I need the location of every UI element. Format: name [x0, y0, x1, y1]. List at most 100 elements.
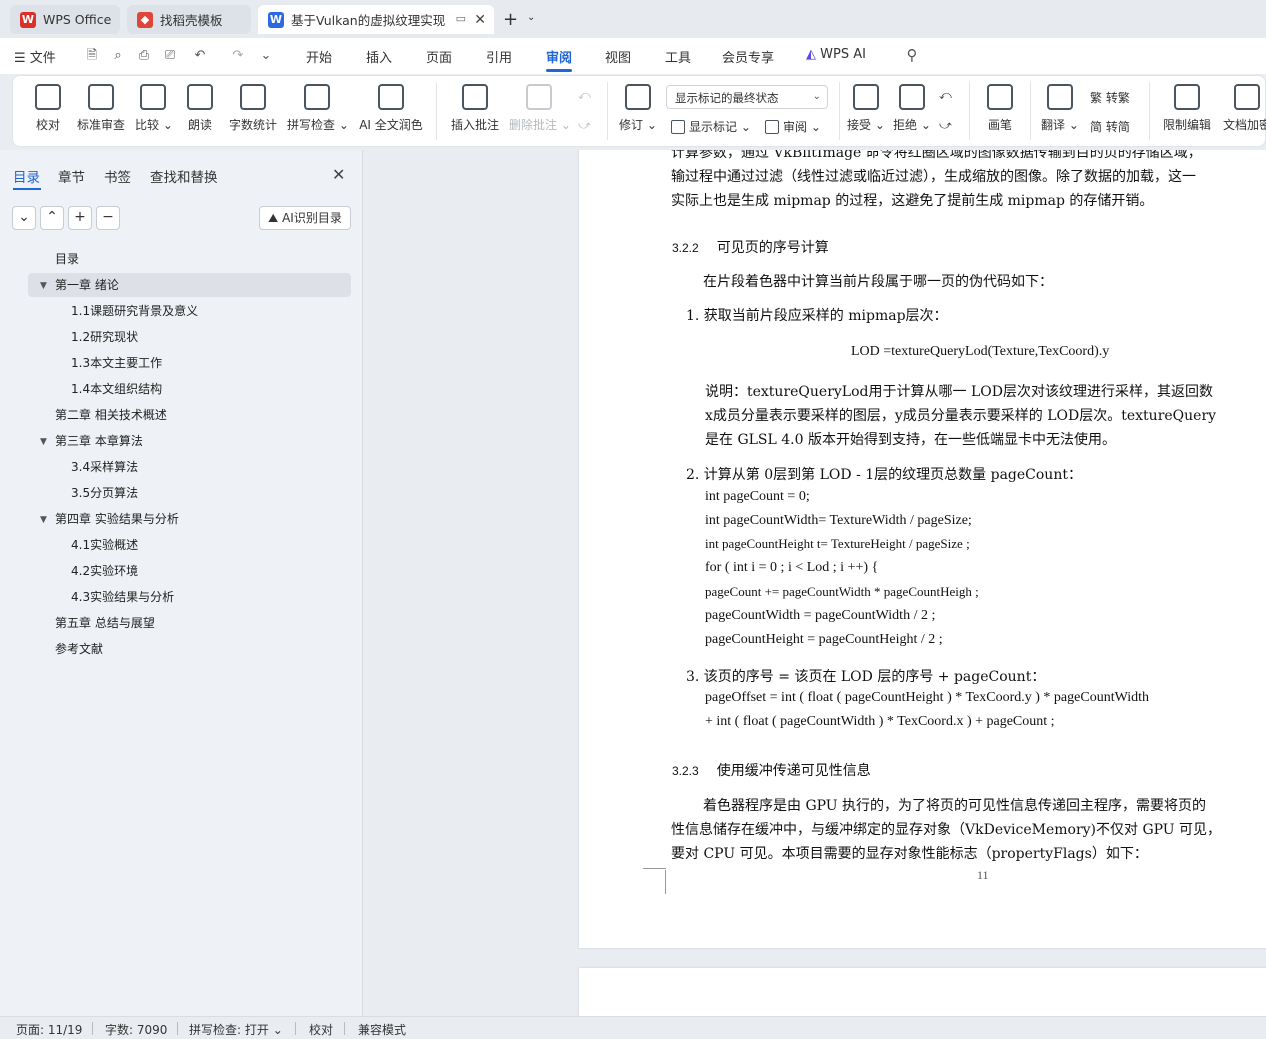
- section-title: 使用缓冲传递可见性信息: [716, 762, 871, 778]
- save-icon[interactable]: 🗎: [84, 48, 100, 64]
- read-aloud-button[interactable]: 朗读: [185, 84, 215, 133]
- toc-item[interactable]: 参考文献: [55, 637, 103, 661]
- paragraph-line: 着色器程序是由 GPU 执行的，为了将页的可见性信息传递回主程序，需要将页的: [703, 798, 1207, 814]
- prev-comment-icon[interactable]: ⤺: [578, 88, 591, 103]
- status-separator: [92, 1022, 93, 1035]
- formula: LOD =textureQueryLod(Texture,TexCoord).y: [851, 344, 1110, 359]
- nav-tab-toc[interactable]: 目录: [13, 166, 40, 186]
- word-count-button[interactable]: 字数统计: [227, 84, 279, 133]
- next-change-icon[interactable]: ⤻: [939, 118, 952, 133]
- status-separator: [177, 1022, 178, 1035]
- page-indicator[interactable]: 页面: 11/19: [16, 1021, 82, 1038]
- ai-polish-button[interactable]: AI 全文润色: [357, 84, 425, 133]
- add-heading-icon[interactable]: +: [68, 206, 92, 230]
- delete-comment-button[interactable]: 删除批注 ⌄: [509, 84, 571, 133]
- next-comment-icon[interactable]: ⤻: [578, 118, 591, 133]
- revise-label: 修订 ⌄: [619, 118, 657, 132]
- standard-review-button[interactable]: 标准审查: [75, 84, 127, 133]
- tab-wps-office[interactable]: W WPS Office: [10, 5, 120, 34]
- writer-logo-icon: W: [268, 11, 284, 28]
- expand-arrow-icon[interactable]: ▼: [40, 515, 47, 525]
- proofread-status[interactable]: 校对: [309, 1021, 333, 1038]
- to-traditional-button[interactable]: 繁 转繁: [1090, 89, 1130, 106]
- toc-item[interactable]: 第五章 总结与展望: [55, 611, 155, 635]
- display-mode-select[interactable]: 显示标记的最终状态 ⌄: [666, 85, 828, 109]
- new-tab-icon[interactable]: +: [503, 9, 518, 30]
- menu-start[interactable]: 开始: [306, 47, 332, 66]
- toc-item[interactable]: 1.3本文主要工作: [71, 351, 162, 375]
- word-count-status[interactable]: 字数: 7090: [105, 1021, 167, 1038]
- tab-document[interactable]: W 基于Vulkan的虚拟纹理实现 ▭ ✕: [258, 5, 494, 34]
- more-chevron-icon[interactable]: ⌄: [258, 48, 274, 64]
- code-line: pageOffset = int ( float ( pageCountHeig…: [705, 690, 1150, 705]
- tab-docer[interactable]: ◆ 找稻壳模板: [127, 5, 251, 34]
- doc-encrypt-button[interactable]: 文档加密: [1221, 84, 1266, 133]
- expand-arrow-icon[interactable]: ▼: [40, 281, 47, 291]
- menu-file-label: 文件: [29, 51, 56, 66]
- chevron-down-icon[interactable]: ⌄: [527, 12, 535, 23]
- insert-comment-button[interactable]: 插入批注: [449, 84, 501, 133]
- pen-button[interactable]: 画笔: [985, 84, 1015, 133]
- restrict-edit-button[interactable]: 限制编辑: [1161, 84, 1213, 133]
- toc-item[interactable]: 3.5分页算法: [71, 481, 138, 505]
- menu-review[interactable]: 审阅: [546, 47, 572, 66]
- export-icon[interactable]: ⌕: [110, 48, 126, 64]
- print-preview-icon[interactable]: ⎚: [162, 48, 178, 64]
- nav-tab-sections[interactable]: 章节: [58, 166, 85, 186]
- toc-item[interactable]: 4.2实验环境: [71, 559, 138, 583]
- undo-icon[interactable]: ↶: [192, 48, 208, 64]
- reject-button[interactable]: 拒绝 ⌄: [893, 84, 931, 133]
- compare-button[interactable]: 比较 ⌄: [135, 84, 173, 133]
- menu-view[interactable]: 视图: [605, 47, 631, 66]
- toc-item[interactable]: 第四章 实验结果与分析: [55, 507, 179, 531]
- menu-page[interactable]: 页面: [426, 47, 452, 66]
- toc-item[interactable]: 4.1实验概述: [71, 533, 138, 557]
- prev-change-icon[interactable]: ⤺: [939, 88, 952, 103]
- menu-wps-ai[interactable]: ◭ WPS AI: [806, 47, 866, 62]
- accept-button[interactable]: 接受 ⌄: [847, 84, 885, 133]
- expand-up-icon[interactable]: ⌃: [40, 206, 64, 230]
- remove-heading-icon[interactable]: −: [96, 206, 120, 230]
- document-page[interactable]: 计算参数，通过 VkBlitImage 命令将红圈区域的图像数据传输到目的页的存…: [579, 150, 1266, 948]
- to-simplified-button[interactable]: 简 转简: [1090, 118, 1130, 135]
- search-icon[interactable]: ⚲: [904, 47, 920, 63]
- toc-item[interactable]: 第三章 本章算法: [55, 429, 143, 453]
- toc-item[interactable]: 1.4本文组织结构: [71, 377, 162, 401]
- show-markup-button[interactable]: 显示标记 ⌄: [671, 118, 751, 135]
- print-icon[interactable]: ⎙: [136, 48, 152, 64]
- toc-item[interactable]: 1.2研究现状: [71, 325, 138, 349]
- menu-file[interactable]: ☰ 文件: [14, 47, 56, 66]
- menu-reference[interactable]: 引用: [486, 47, 512, 66]
- nav-tab-find-replace[interactable]: 查找和替换: [150, 166, 218, 186]
- ai-toc-button[interactable]: ⛰ AI识别目录: [259, 206, 351, 230]
- status-separator: [295, 1022, 296, 1035]
- review-pane-button[interactable]: 审阅 ⌄: [765, 118, 821, 135]
- expand-arrow-icon[interactable]: ▼: [40, 437, 47, 447]
- spell-check-status[interactable]: 拼写检查: 打开 ⌄: [189, 1021, 283, 1038]
- redo-icon[interactable]: ↷: [230, 48, 246, 64]
- close-icon[interactable]: ✕: [474, 12, 486, 28]
- toc-item[interactable]: 第二章 相关技术概述: [55, 403, 167, 427]
- toc-item[interactable]: 目录: [55, 247, 79, 271]
- spell-check-button[interactable]: 拼写检查 ⌄: [287, 84, 349, 133]
- menu-tools[interactable]: 工具: [665, 47, 691, 66]
- standard-review-icon: [88, 84, 114, 110]
- toc-item[interactable]: 1.1课题研究背景及意义: [71, 299, 198, 323]
- proofread-button[interactable]: 校对: [33, 84, 63, 133]
- ai-polish-icon: [378, 84, 404, 110]
- review-pane-icon: [765, 120, 779, 134]
- menu-insert[interactable]: 插入: [366, 47, 392, 66]
- next-page[interactable]: [579, 968, 1266, 1016]
- document-area[interactable]: 计算参数，通过 VkBlitImage 命令将红圈区域的图像数据传输到目的页的存…: [364, 150, 1266, 1016]
- toc-item[interactable]: 3.4采样算法: [71, 455, 138, 479]
- revise-button[interactable]: 修订 ⌄: [619, 84, 657, 133]
- menu-member[interactable]: 会员专享: [722, 47, 774, 66]
- insert-comment-icon: [462, 84, 488, 110]
- close-icon[interactable]: ✕: [332, 165, 345, 184]
- collapse-icon[interactable]: ⌄: [12, 206, 36, 230]
- nav-tab-bookmarks[interactable]: 书签: [104, 166, 131, 186]
- toc-item[interactable]: 第一章 绪论: [55, 273, 119, 297]
- toc-item[interactable]: 4.3实验结果与分析: [71, 585, 174, 609]
- monitor-icon[interactable]: ▭: [456, 12, 466, 25]
- translate-button[interactable]: 翻译 ⌄: [1041, 84, 1079, 133]
